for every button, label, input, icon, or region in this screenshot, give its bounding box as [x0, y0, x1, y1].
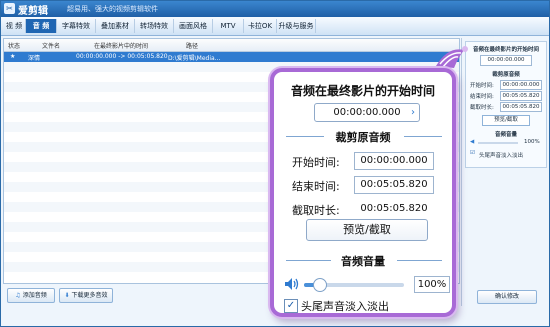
speaker-icon	[285, 278, 299, 290]
rp-length-label: 截取时长:	[470, 105, 494, 111]
rp-fade-label: 头尾声音淡入淡出	[479, 153, 524, 159]
rp-start-label: 开始时间:	[470, 83, 494, 89]
rp-end-label: 结束时间:	[470, 94, 494, 100]
rp-volume-slider[interactable]	[478, 142, 518, 144]
tab-overlay[interactable]: 叠加素材	[96, 19, 135, 33]
rp-volume-value: 100%	[524, 139, 540, 145]
music-add-icon: ♫	[15, 292, 21, 299]
rp-fade-checkbox[interactable]: ☑	[470, 150, 475, 156]
zoom-preview-button[interactable]: 预览/截取	[306, 219, 428, 241]
rp-volume-title: 音频音量	[494, 132, 517, 138]
zoom-crop-title: 裁剪原音频	[335, 131, 391, 144]
zoom-length-value: 00:05:05.820	[360, 203, 428, 214]
confirm-edit-button[interactable]: 确认修改	[477, 290, 537, 304]
rp-preview-button[interactable]: 预览/截取	[482, 115, 530, 126]
fade-checkbox[interactable]: ✓	[284, 299, 298, 313]
table-header: 状态 文件名 在最终影片中的时间 路径	[4, 39, 459, 52]
zoom-end-label: 结束时间:	[292, 180, 340, 193]
volume-slider-knob[interactable]	[313, 278, 327, 292]
tab-picture-style[interactable]: 画面风格	[174, 19, 213, 33]
audio-settings-panel: 音频在最终影片的开始时间 00:00:00.000 裁剪原音频 开始时间: 00…	[461, 38, 548, 306]
zoom-start-value[interactable]: 00:00:00.000	[354, 152, 434, 170]
rp-crop-title: 裁剪原音频	[492, 72, 520, 78]
add-audio-button[interactable]: ♫ 添加音频	[7, 288, 55, 303]
row-path: D:\爱剪辑\Media...	[168, 55, 221, 62]
rp-start-time-field[interactable]: 00:00:00.000	[480, 55, 532, 66]
rp-start-title: 音频在最终影片的开始时间	[472, 47, 539, 53]
download-audio-button[interactable]: ⬇ 下载更多音效	[59, 288, 113, 303]
fade-label: 头尾声音淡入淡出	[301, 300, 389, 313]
download-audio-label: 下载更多音效	[71, 292, 108, 299]
download-icon: ⬇	[64, 292, 70, 299]
rp-length-value: 00:05:05.820	[500, 102, 542, 112]
zoom-end-value[interactable]: 00:05:05.820	[354, 176, 434, 194]
add-audio-label: 添加音频	[22, 292, 47, 299]
main-tab-bar: 视 频 音 频 字幕特效 叠加素材 转场特效 画面风格 MTV 卡拉OK 升级与…	[1, 17, 549, 36]
divider	[397, 260, 442, 261]
app-title: 爱剪辑	[18, 6, 48, 17]
title-bar: ✂ 爱剪辑 超易用、强大的视频剪辑软件	[1, 1, 549, 17]
rp-start-value[interactable]: 00:00:00.000	[500, 80, 542, 90]
zoom-volume-title: 音频音量	[341, 255, 385, 268]
tab-karaoke[interactable]: 卡拉OK	[244, 19, 277, 33]
tab-subtitle-effects[interactable]: 字幕特效	[57, 19, 96, 33]
col-path[interactable]: 路径	[186, 41, 198, 50]
chevron-right-icon: ›	[411, 107, 415, 118]
zoom-start-title: 音频在最终影片的开始时间	[290, 84, 435, 98]
zoom-start-label: 开始时间:	[292, 156, 340, 169]
col-status[interactable]: 状态	[8, 41, 20, 50]
zoom-volume-value[interactable]: 100%	[414, 276, 450, 293]
zoom-start-time-field[interactable]: 00:00:00.000 ›	[314, 103, 420, 122]
table-row[interactable]: ★ 深情 00:00:00.000 -> 00:05:05.820 D:\爱剪辑…	[4, 52, 459, 62]
hat-decoration-icon	[436, 46, 468, 68]
row-filename: 深情	[28, 55, 41, 62]
tab-video[interactable]: 视 频	[3, 19, 26, 33]
zoomed-audio-settings-callout: 音频在最终影片的开始时间 00:00:00.000 › 裁剪原音频 开始时间: …	[270, 68, 456, 317]
audio-settings-card: 音频在最终影片的开始时间 00:00:00.000 裁剪原音频 开始时间: 00…	[465, 41, 547, 168]
row-status: ★	[10, 53, 16, 60]
zoom-start-time-value: 00:00:00.000	[333, 107, 401, 118]
col-filename[interactable]: 文件名	[42, 41, 60, 50]
col-time-in-movie[interactable]: 在最终影片中的时间	[94, 41, 148, 50]
divider	[404, 136, 442, 137]
row-time: 00:00:00.000 -> 00:05:05.820	[76, 53, 168, 60]
volume-slider[interactable]	[304, 278, 404, 292]
tab-audio[interactable]: 音 频	[26, 19, 57, 33]
rp-volume-icon: ◀	[470, 139, 475, 145]
zoom-length-label: 截取时长:	[292, 204, 340, 217]
tab-upgrade-service[interactable]: 升级与服务	[277, 19, 316, 33]
tab-transitions[interactable]: 转场特效	[135, 19, 174, 33]
rp-end-value[interactable]: 00:05:05.820	[500, 91, 542, 101]
app-slogan: 超易用、强大的视频剪辑软件	[67, 5, 158, 13]
app-logo-icon: ✂	[4, 3, 15, 14]
tab-mtv[interactable]: MTV	[213, 19, 244, 33]
